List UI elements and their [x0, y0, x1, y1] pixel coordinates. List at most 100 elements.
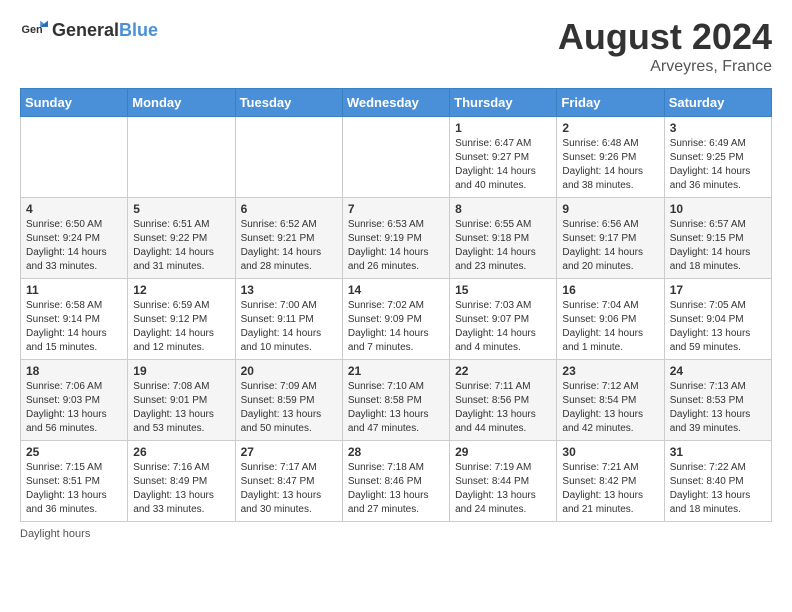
day-of-week-header: Thursday	[450, 89, 557, 117]
calendar-day-cell: 23 Sunrise: 7:12 AM Sunset: 8:54 PM Dayli…	[557, 360, 664, 441]
day-number: 28	[348, 445, 444, 459]
day-number: 11	[26, 283, 122, 297]
day-number: 24	[670, 364, 766, 378]
logo: Gen GeneralBlue	[20, 16, 158, 44]
day-info: Sunrise: 6:53 AM Sunset: 9:19 PM Dayligh…	[348, 218, 444, 274]
day-number: 31	[670, 445, 766, 459]
calendar-day-cell: 5 Sunrise: 6:51 AM Sunset: 9:22 PM Daylig…	[128, 198, 235, 279]
day-info: Sunrise: 7:02 AM Sunset: 9:09 PM Dayligh…	[348, 299, 444, 355]
day-info: Sunrise: 7:11 AM Sunset: 8:56 PM Dayligh…	[455, 380, 551, 436]
day-number: 10	[670, 202, 766, 216]
logo-icon: Gen	[20, 16, 48, 44]
day-number: 22	[455, 364, 551, 378]
day-number: 16	[562, 283, 658, 297]
calendar-day-cell	[21, 117, 128, 198]
calendar-day-cell: 12 Sunrise: 6:59 AM Sunset: 9:12 PM Dayli…	[128, 279, 235, 360]
calendar-day-cell: 20Sunrise: 7:09 AM Sunset: 8:59 PM Dayli…	[235, 360, 342, 441]
day-info: Sunrise: 6:51 AM Sunset: 9:22 PM Dayligh…	[133, 218, 229, 274]
calendar-day-cell: 1Sunrise: 6:47 AM Sunset: 9:27 PM Daylig…	[450, 117, 557, 198]
day-number: 20	[241, 364, 337, 378]
day-number: 7	[348, 202, 444, 216]
day-info: Sunrise: 7:12 AM Sunset: 8:54 PM Dayligh…	[562, 380, 658, 436]
day-info: Sunrise: 7:10 AM Sunset: 8:58 PM Dayligh…	[348, 380, 444, 436]
calendar-day-cell: 18Sunrise: 7:06 AM Sunset: 9:03 PM Dayli…	[21, 360, 128, 441]
day-of-week-header: Tuesday	[235, 89, 342, 117]
day-info: Sunrise: 6:57 AM Sunset: 9:15 PM Dayligh…	[670, 218, 766, 274]
day-info: Sunrise: 7:19 AM Sunset: 8:44 PM Dayligh…	[455, 461, 551, 517]
calendar-day-cell: 24 Sunrise: 7:13 AM Sunset: 8:53 PM Dayli…	[664, 360, 771, 441]
logo-text-general: General	[52, 20, 119, 40]
day-info: Sunrise: 6:49 AM Sunset: 9:25 PM Dayligh…	[670, 137, 766, 193]
svg-text:Gen: Gen	[22, 24, 43, 36]
day-number: 4	[26, 202, 122, 216]
day-info: Sunrise: 7:04 AM Sunset: 9:06 PM Dayligh…	[562, 299, 658, 355]
calendar-week-row: 25Sunrise: 7:15 AM Sunset: 8:51 PM Dayli…	[21, 441, 772, 522]
calendar-week-row: 18Sunrise: 7:06 AM Sunset: 9:03 PM Dayli…	[21, 360, 772, 441]
day-number: 5	[133, 202, 229, 216]
day-info: Sunrise: 6:52 AM Sunset: 9:21 PM Dayligh…	[241, 218, 337, 274]
day-number: 19	[133, 364, 229, 378]
day-number: 9	[562, 202, 658, 216]
day-info: Sunrise: 6:59 AM Sunset: 9:12 PM Dayligh…	[133, 299, 229, 355]
day-number: 3	[670, 121, 766, 135]
day-info: Sunrise: 7:18 AM Sunset: 8:46 PM Dayligh…	[348, 461, 444, 517]
calendar-body: 1Sunrise: 6:47 AM Sunset: 9:27 PM Daylig…	[21, 117, 772, 522]
day-info: Sunrise: 6:48 AM Sunset: 9:26 PM Dayligh…	[562, 137, 658, 193]
calendar-day-cell: 27Sunrise: 7:17 AM Sunset: 8:47 PM Dayli…	[235, 441, 342, 522]
day-number: 27	[241, 445, 337, 459]
calendar-day-cell	[128, 117, 235, 198]
header: Gen GeneralBlue August 2024 Arveyres, Fr…	[20, 16, 772, 76]
calendar-day-cell: 19 Sunrise: 7:08 AM Sunset: 9:01 PM Dayli…	[128, 360, 235, 441]
calendar-day-cell: 9 Sunrise: 6:56 AM Sunset: 9:17 PM Daylig…	[557, 198, 664, 279]
day-info: Sunrise: 6:56 AM Sunset: 9:17 PM Dayligh…	[562, 218, 658, 274]
day-info: Sunrise: 7:00 AM Sunset: 9:11 PM Dayligh…	[241, 299, 337, 355]
calendar-day-cell: 2 Sunrise: 6:48 AM Sunset: 9:26 PM Daylig…	[557, 117, 664, 198]
calendar-day-cell: 10 Sunrise: 6:57 AM Sunset: 9:15 PM Dayli…	[664, 198, 771, 279]
day-info: Sunrise: 7:13 AM Sunset: 8:53 PM Dayligh…	[670, 380, 766, 436]
calendar-day-cell	[342, 117, 449, 198]
calendar-day-cell: 3 Sunrise: 6:49 AM Sunset: 9:25 PM Daylig…	[664, 117, 771, 198]
day-of-week-header: Monday	[128, 89, 235, 117]
calendar-day-cell: 26Sunrise: 7:16 AM Sunset: 8:49 PM Dayli…	[128, 441, 235, 522]
calendar-day-cell: 28 Sunrise: 7:18 AM Sunset: 8:46 PM Dayli…	[342, 441, 449, 522]
calendar-day-cell: 29Sunrise: 7:19 AM Sunset: 8:44 PM Dayli…	[450, 441, 557, 522]
calendar-day-cell: 11Sunrise: 6:58 AM Sunset: 9:14 PM Dayli…	[21, 279, 128, 360]
calendar-day-cell: 7 Sunrise: 6:53 AM Sunset: 9:19 PM Daylig…	[342, 198, 449, 279]
calendar-week-row: 1Sunrise: 6:47 AM Sunset: 9:27 PM Daylig…	[21, 117, 772, 198]
day-info: Sunrise: 7:05 AM Sunset: 9:04 PM Dayligh…	[670, 299, 766, 355]
month-year: August 2024	[558, 16, 772, 58]
title-area: August 2024 Arveyres, France	[558, 16, 772, 76]
day-of-week-header: Sunday	[21, 89, 128, 117]
day-info: Sunrise: 6:47 AM Sunset: 9:27 PM Dayligh…	[455, 137, 551, 193]
calendar-day-cell: 17Sunrise: 7:05 AM Sunset: 9:04 PM Dayli…	[664, 279, 771, 360]
calendar-day-cell: 15Sunrise: 7:03 AM Sunset: 9:07 PM Dayli…	[450, 279, 557, 360]
calendar-day-cell: 4 Sunrise: 6:50 AM Sunset: 9:24 PM Daylig…	[21, 198, 128, 279]
footer-note: Daylight hours	[20, 528, 772, 540]
logo-text-blue: Blue	[119, 20, 158, 40]
day-info: Sunrise: 7:06 AM Sunset: 9:03 PM Dayligh…	[26, 380, 122, 436]
day-of-week-header: Friday	[557, 89, 664, 117]
day-number: 23	[562, 364, 658, 378]
day-of-week-header: Saturday	[664, 89, 771, 117]
day-info: Sunrise: 6:50 AM Sunset: 9:24 PM Dayligh…	[26, 218, 122, 274]
day-number: 14	[348, 283, 444, 297]
calendar-day-cell: 25Sunrise: 7:15 AM Sunset: 8:51 PM Dayli…	[21, 441, 128, 522]
day-info: Sunrise: 7:21 AM Sunset: 8:42 PM Dayligh…	[562, 461, 658, 517]
day-number: 30	[562, 445, 658, 459]
calendar-table: SundayMondayTuesdayWednesdayThursdayFrid…	[20, 88, 772, 522]
day-info: Sunrise: 7:08 AM Sunset: 9:01 PM Dayligh…	[133, 380, 229, 436]
calendar-day-cell: 8Sunrise: 6:55 AM Sunset: 9:18 PM Daylig…	[450, 198, 557, 279]
day-number: 2	[562, 121, 658, 135]
calendar-day-cell	[235, 117, 342, 198]
calendar-week-row: 11Sunrise: 6:58 AM Sunset: 9:14 PM Dayli…	[21, 279, 772, 360]
day-number: 12	[133, 283, 229, 297]
day-number: 21	[348, 364, 444, 378]
calendar-day-cell: 30 Sunrise: 7:21 AM Sunset: 8:42 PM Dayli…	[557, 441, 664, 522]
day-number: 13	[241, 283, 337, 297]
calendar-day-cell: 6Sunrise: 6:52 AM Sunset: 9:21 PM Daylig…	[235, 198, 342, 279]
calendar-week-row: 4 Sunrise: 6:50 AM Sunset: 9:24 PM Daylig…	[21, 198, 772, 279]
calendar-day-cell: 16 Sunrise: 7:04 AM Sunset: 9:06 PM Dayli…	[557, 279, 664, 360]
location: Arveyres, France	[558, 58, 772, 76]
day-of-week-header: Wednesday	[342, 89, 449, 117]
calendar-day-cell: 13 Sunrise: 7:00 AM Sunset: 9:11 PM Dayli…	[235, 279, 342, 360]
